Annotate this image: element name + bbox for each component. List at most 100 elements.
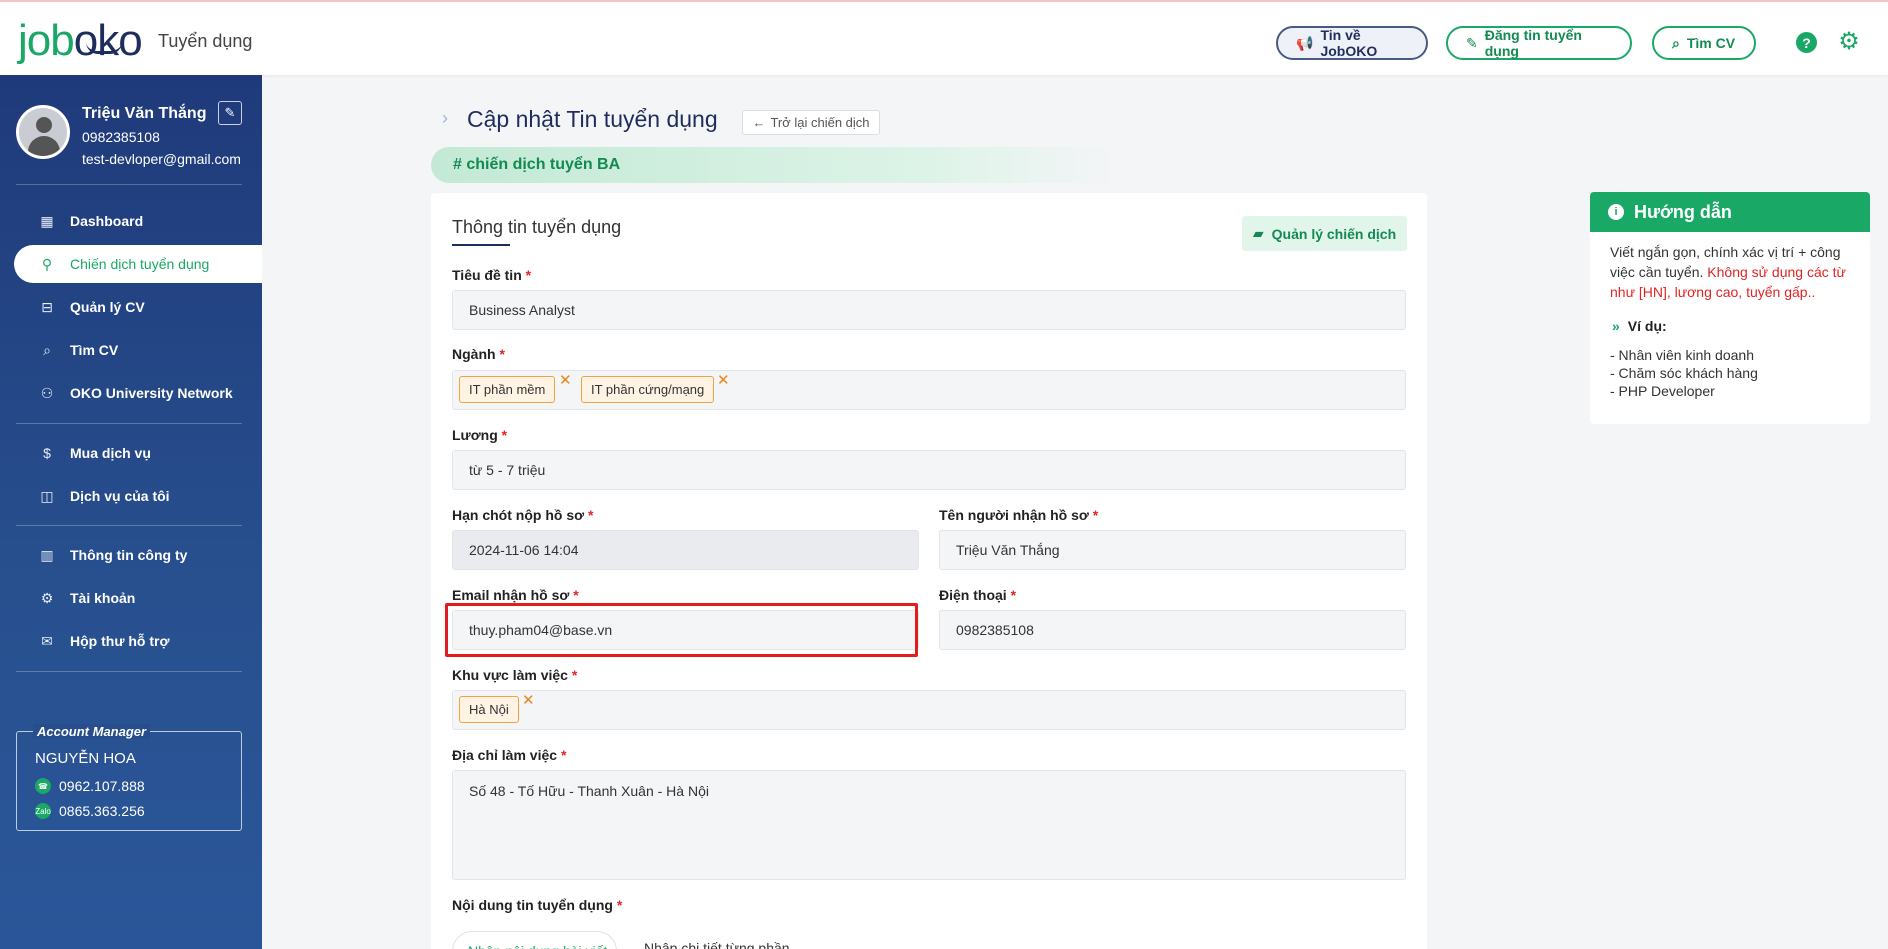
sidebar-item-label: Hộp thư hỗ trợ — [70, 633, 170, 649]
user-search-icon: ⚲ — [41, 255, 53, 272]
sidebar-item-buy-service[interactable]: $ Mua dịch vụ — [14, 434, 262, 472]
sidebar-item-university-network[interactable]: ⚇ OKO University Network — [14, 374, 262, 412]
folder-icon: ▰ — [1252, 225, 1264, 241]
guide-text: Viết ngắn gọn, chính xác vị trí + công v… — [1610, 244, 1846, 300]
news-button-label: Tin về JobOKO — [1320, 27, 1378, 59]
megaphone-icon: 📢 — [1296, 34, 1314, 51]
sidebar-item-my-services[interactable]: ◫ Dịch vụ của tôi — [14, 477, 262, 515]
grid-icon: ▦ — [40, 212, 54, 229]
receiver-input[interactable]: Triệu Văn Thắng — [939, 530, 1406, 570]
sidebar-item-label: Dashboard — [70, 213, 144, 229]
sidebar-item-label: Tìm CV — [70, 342, 119, 358]
logo-job: job — [18, 16, 75, 65]
card-title: Thông tin tuyển dụng — [452, 217, 622, 237]
sidebar-item-account[interactable]: ⚙ Tài khoản — [14, 579, 262, 617]
info-icon: i — [1608, 204, 1624, 220]
logo-subtitle: Tuyển dụng — [158, 31, 253, 51]
title-input[interactable]: Business Analyst — [452, 290, 1406, 330]
search-icon: ⌕ — [1672, 34, 1680, 51]
email-label: Email nhận hồ sơ * — [452, 587, 579, 603]
post-job-button-label: Đăng tin tuyển dụng — [1484, 27, 1582, 59]
list-item: - Chăm sóc khách hàng — [1610, 365, 1758, 381]
zalo-icon: Zalo — [35, 803, 51, 819]
card-title-underline — [452, 244, 510, 246]
guide-header: i Hướng dẫn — [1590, 192, 1870, 232]
list-item: - Nhân viên kinh doanh — [1610, 347, 1754, 363]
industry-chip: IT phần mềm — [459, 376, 556, 403]
guide-title: Hướng dẫn — [1634, 201, 1732, 222]
joboko-logo[interactable]: joboko — [18, 16, 143, 65]
sidebar-item-label: Tài khoản — [70, 590, 136, 606]
settings-gear-icon[interactable]: ⚙ — [1837, 30, 1861, 54]
profile-email: test-devloper@gmail.com — [82, 151, 241, 167]
post-job-button[interactable]: ✎ Đăng tin tuyển dụng — [1446, 26, 1632, 60]
tab-detail-parts[interactable]: Nhập chi tiết từng phần — [644, 940, 790, 949]
back-button-label: Trở lại chiến dịch — [770, 115, 870, 130]
manage-campaign-label: Quản lý chiến dịch — [1271, 225, 1397, 242]
sidebar-divider — [16, 525, 242, 526]
sidebar-item-cv-management[interactable]: ⊟ Quản lý CV — [14, 288, 262, 326]
back-to-campaign-button[interactable]: ← Trở lại chiến dịch — [742, 110, 880, 135]
edit-icon: ✎ — [1466, 34, 1478, 51]
area-chip: Hà Nội — [459, 696, 519, 723]
sidebar-item-campaigns[interactable]: ⚲ Chiến dịch tuyển dụng — [14, 245, 262, 283]
search-icon: ⌕ — [43, 341, 51, 358]
sidebar-item-label: Quản lý CV — [70, 299, 145, 315]
address-textarea[interactable]: Số 48 - Tố Hữu - Thanh Xuân - Hà Nội — [452, 770, 1406, 880]
page-title: Cập nhật Tin tuyển dụng — [467, 106, 718, 132]
sidebar-item-label: Chiến dịch tuyển dụng — [70, 256, 210, 272]
sidebar-item-dashboard[interactable]: ▦ Dashboard — [14, 202, 262, 240]
title-label: Tiêu đề tin * — [452, 267, 532, 283]
logo-oko: oko — [73, 16, 143, 65]
account-manager-zalo-text: 0865.363.256 — [59, 803, 145, 819]
phone-label: Điện thoại * — [939, 587, 1017, 603]
user-profile: Triệu Văn Thắng 0982385108 test-devloper… — [16, 101, 246, 175]
account-manager-phone[interactable]: ☎ 0962.107.888 — [35, 778, 145, 794]
service-icon: ◫ — [40, 487, 54, 504]
breadcrumb-chevron-icon: › — [442, 108, 448, 128]
area-label: Khu vực làm việc * — [452, 667, 578, 683]
arrow-left-icon: ← — [752, 115, 766, 130]
sidebar-item-support-inbox[interactable]: ✉ Hộp thư hỗ trợ — [14, 622, 262, 660]
edit-profile-icon[interactable]: ✎ — [218, 101, 242, 125]
phone-input[interactable]: 0982385108 — [939, 610, 1406, 650]
remove-chip-icon[interactable]: ✕ — [522, 691, 535, 709]
remove-chip-icon[interactable]: ✕ — [717, 371, 730, 389]
sidebar-item-company-info[interactable]: ▥ Thông tin công ty — [14, 536, 262, 574]
campaign-tag: # chiến dịch tuyển BA — [431, 147, 1121, 183]
industry-chip: IT phần cứng/mạng — [581, 376, 715, 403]
job-info-card: Thông tin tuyển dụng ▰ Quản lý chiến dịc… — [431, 193, 1427, 949]
deadline-label: Hạn chót nộp hồ sơ * — [452, 507, 594, 523]
profile-name: Triệu Văn Thắng — [82, 105, 207, 122]
building-icon: ▥ — [40, 546, 54, 563]
industry-label: Ngành * — [452, 346, 505, 362]
sidebar-item-label: Thông tin công ty — [70, 547, 188, 563]
guide-example-title: » Ví dụ: — [1612, 318, 1667, 334]
area-select[interactable] — [452, 690, 1406, 730]
sidebar-item-label: OKO University Network — [70, 385, 233, 401]
remove-chip-icon[interactable]: ✕ — [559, 371, 572, 389]
inbox-icon: ⊟ — [41, 298, 53, 315]
address-label: Địa chỉ làm việc * — [452, 747, 567, 763]
guide-example-list: - Nhân viên kinh doanh - Chăm sóc khách … — [1610, 346, 1758, 400]
tab-write-content[interactable]: Nhập nội dung bài viết — [452, 931, 617, 949]
sidebar-divider — [16, 423, 242, 424]
mail-icon: ✉ — [41, 632, 53, 649]
sidebar-item-label: Mua dịch vụ — [70, 445, 151, 461]
manage-campaign-button[interactable]: ▰ Quản lý chiến dịch — [1242, 216, 1407, 251]
account-manager-box: Account Manager NGUYỄN HOA ☎ 0962.107.88… — [16, 724, 242, 831]
account-manager-zalo[interactable]: Zalo 0865.363.256 — [35, 803, 145, 819]
network-icon: ⚇ — [40, 384, 54, 401]
list-item: - PHP Developer — [1610, 383, 1715, 399]
help-icon[interactable]: ? — [1796, 32, 1817, 53]
sidebar-item-find-cv[interactable]: ⌕ Tìm CV — [14, 331, 262, 369]
top-bar: joboko Tuyển dụng 📢 Tin về JobOKO ✎ Đăng… — [0, 0, 1888, 75]
sidebar-divider — [16, 671, 242, 672]
find-cv-button[interactable]: ⌕ Tìm CV — [1652, 26, 1756, 60]
email-highlight-box — [445, 603, 918, 657]
news-button[interactable]: 📢 Tin về JobOKO — [1276, 26, 1428, 60]
salary-select[interactable]: từ 5 - 7 triệu — [452, 450, 1406, 490]
deadline-input[interactable]: 2024-11-06 14:04 — [452, 530, 919, 570]
account-manager-title: Account Manager — [33, 724, 151, 739]
profile-phone: 0982385108 — [82, 129, 160, 145]
